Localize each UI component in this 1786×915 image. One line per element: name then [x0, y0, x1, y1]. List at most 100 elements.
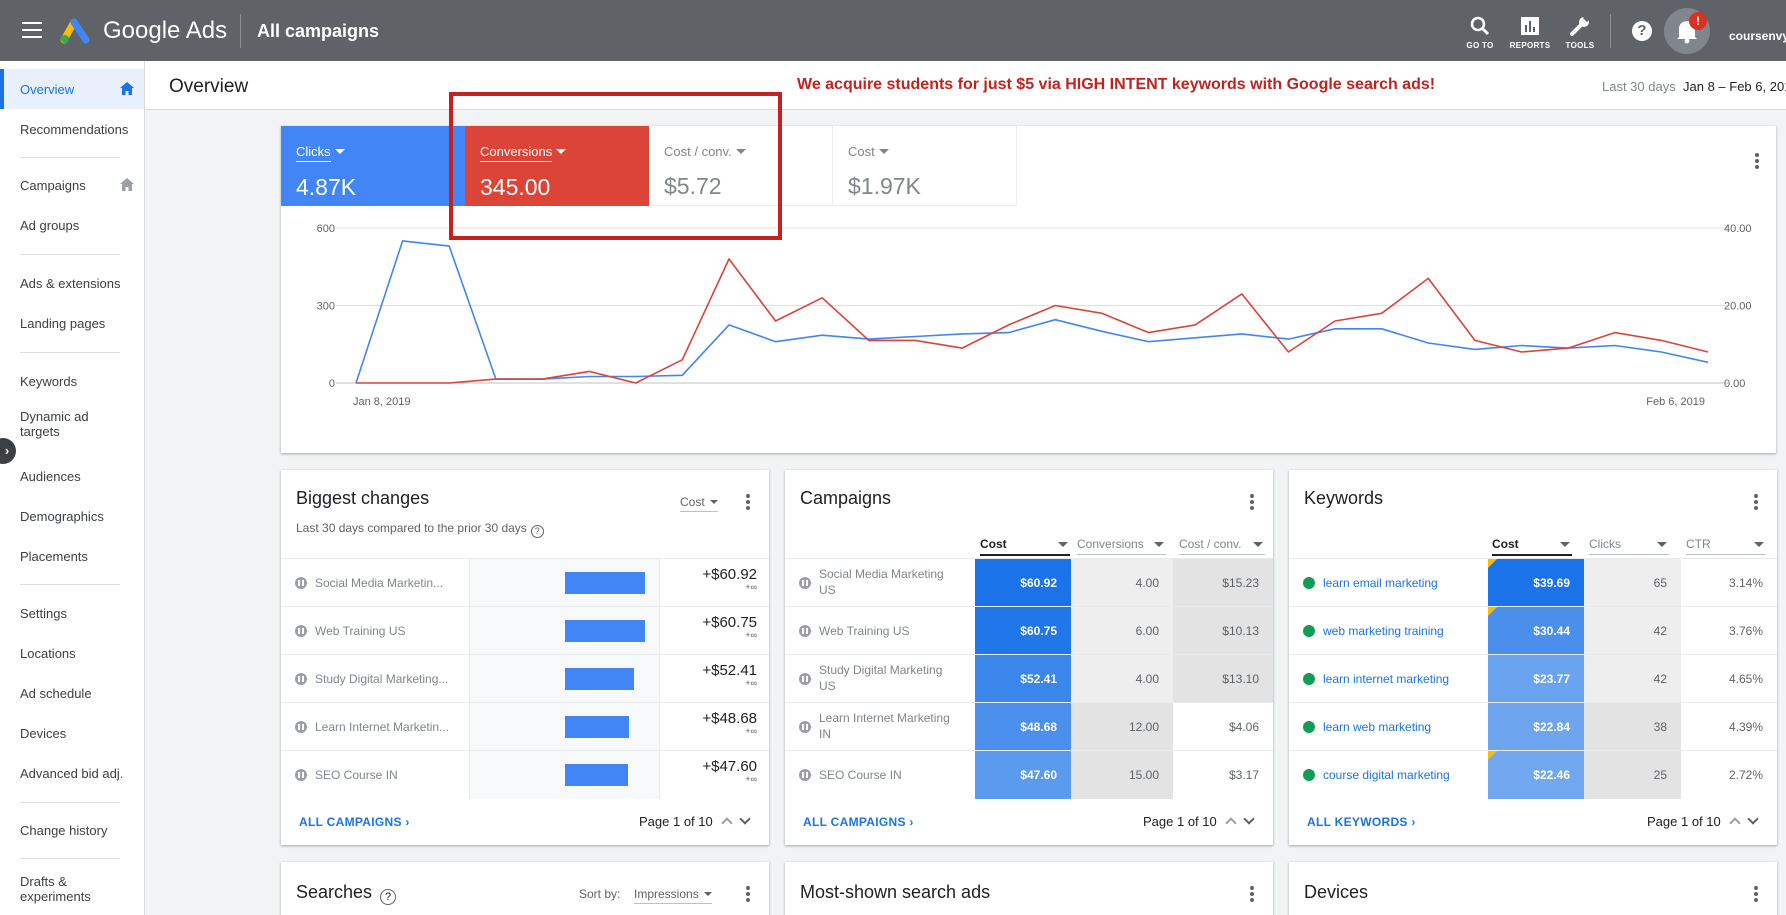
keyword-text[interactable]: learn web marketing	[1323, 719, 1431, 735]
sidebar-item-ad-groups[interactable]: Ad groups	[0, 205, 144, 245]
help-icon[interactable]: ?	[380, 889, 397, 905]
sidebar-item-ads-extensions[interactable]: Ads & extensions	[0, 263, 144, 303]
list-item[interactable]: Learn Internet Marketin... +$48.68 +∞	[281, 702, 769, 751]
reports-button[interactable]: REPORTS	[1505, 14, 1555, 50]
column-header-cost[interactable]: Cost	[1492, 537, 1572, 556]
column-header-conversions[interactable]: Conversions	[1077, 537, 1166, 555]
table-row[interactable]: learn internet marketing $23.77 42 4.65%	[1289, 654, 1777, 703]
sidebar-item-demographics[interactable]: Demographics	[0, 496, 144, 536]
sidebar-item-overview[interactable]: Overview	[0, 69, 144, 109]
cost-cell: $22.84	[1488, 703, 1584, 751]
divider	[20, 584, 120, 585]
list-item[interactable]: Study Digital Marketing... +$52.41 +∞	[281, 654, 769, 703]
sidebar-item-change-history[interactable]: Change history	[0, 810, 144, 850]
column-label: Cost	[980, 537, 1007, 551]
table-row[interactable]: Web Training US $60.75 6.00 $10.13	[785, 606, 1273, 655]
campaign-name[interactable]: Web Training US	[315, 623, 406, 639]
list-item[interactable]: Social Media Marketin... +$60.92 +∞	[281, 558, 769, 607]
home-icon	[120, 82, 134, 95]
ctr-cell: 4.39%	[1728, 720, 1763, 734]
list-item[interactable]: SEO Course IN +$47.60 +∞	[281, 750, 769, 799]
more-options-icon[interactable]	[1250, 886, 1254, 904]
sidebar-item-locations[interactable]: Locations	[0, 633, 144, 673]
campaign-name[interactable]: Study Digital Marketing...	[315, 671, 448, 687]
caret-down-icon	[1154, 542, 1164, 547]
chevron-up-icon[interactable]	[1225, 817, 1237, 829]
column-header-ctr[interactable]: CTR	[1686, 537, 1766, 555]
sidebar-item-landing-pages[interactable]: Landing pages	[0, 303, 144, 343]
campaign-name[interactable]: Learn Internet Marketin...	[315, 719, 449, 735]
more-options-icon[interactable]	[746, 494, 750, 512]
all-keywords-link[interactable]: ALL KEYWORDS ›	[1307, 815, 1416, 829]
sidebar-item-recommendations[interactable]: Recommendations	[0, 109, 144, 149]
sidebar-item-devices[interactable]: Devices	[0, 713, 144, 753]
goto-button[interactable]: GO TO	[1455, 14, 1505, 50]
sidebar-item-label: Landing pages	[20, 315, 106, 331]
help-icon[interactable]: ?	[1632, 21, 1652, 41]
column-header-cost-per-conv[interactable]: Cost / conv.	[1179, 537, 1265, 555]
sidebar-item-campaigns[interactable]: Campaigns	[0, 165, 144, 205]
tools-button[interactable]: TOOLS	[1555, 14, 1605, 50]
table-row[interactable]: Learn Internet Marketing IN $48.68 12.00 $4…	[785, 702, 1273, 751]
metric-clicks[interactable]: Clicks 4.87K	[281, 126, 465, 206]
sidebar-item-label: Campaigns	[20, 177, 86, 193]
all-campaigns-link[interactable]: ALL CAMPAIGNS ›	[803, 815, 914, 829]
change-bar	[565, 716, 629, 738]
enabled-status-icon	[1303, 721, 1315, 733]
table-row[interactable]: learn web marketing $22.84 38 4.39%	[1289, 702, 1777, 751]
metric-cost[interactable]: Cost $1.97K	[833, 126, 1017, 206]
table-row[interactable]: course digital marketing $22.46 25 2.72%	[1289, 750, 1777, 799]
campaign-name[interactable]: Social Media Marketing US	[819, 566, 954, 598]
metric-label: Clicks	[296, 144, 331, 162]
table-row[interactable]: SEO Course IN $47.60 15.00 $3.17	[785, 750, 1273, 799]
sidebar-item-audiences[interactable]: Audiences	[0, 456, 144, 496]
chevron-down-icon[interactable]	[1243, 813, 1255, 825]
more-options-icon[interactable]	[1250, 494, 1254, 512]
more-options-icon[interactable]	[1754, 494, 1758, 512]
cost-cell: $52.41	[975, 655, 1071, 703]
list-item[interactable]: Web Training US +$60.75 +∞	[281, 606, 769, 655]
sidebar-item-advanced-bid-adj[interactable]: Advanced bid adj.	[0, 753, 144, 793]
google-ads-logo-icon[interactable]	[60, 16, 92, 44]
sidebar-item-ad-schedule[interactable]: Ad schedule	[0, 673, 144, 713]
sidebar-item-label: Keywords	[20, 373, 78, 389]
keyword-text[interactable]: learn internet marketing	[1323, 671, 1449, 687]
sidebar-item-placements[interactable]: Placements	[0, 536, 144, 576]
sidebar-item-keywords[interactable]: Keywords	[0, 361, 144, 401]
campaign-name[interactable]: Study Digital Marketing US	[819, 662, 954, 694]
account-name[interactable]: coursenvy	[1729, 29, 1786, 43]
all-campaigns-link[interactable]: ALL CAMPAIGNS ›	[299, 815, 410, 829]
keyword-text[interactable]: learn email marketing	[1323, 575, 1438, 591]
sidebar-item-drafts-experiments[interactable]: Drafts & experiments	[0, 869, 144, 909]
more-options-icon[interactable]	[1754, 886, 1758, 904]
keyword-text[interactable]: course digital marketing	[1323, 767, 1450, 783]
sidebar-item-settings[interactable]: Settings	[0, 593, 144, 633]
help-icon[interactable]: ?	[530, 525, 544, 538]
chevron-down-icon[interactable]	[739, 813, 751, 825]
more-options-icon[interactable]	[1755, 153, 1759, 171]
most-shown-ads-card: Most-shown search ads	[785, 862, 1273, 915]
chevron-up-icon[interactable]	[721, 817, 733, 829]
table-row[interactable]: Social Media Marketing US $60.92 4.00 $15.2…	[785, 558, 1273, 607]
campaign-name[interactable]: SEO Course IN	[315, 767, 398, 783]
chevron-down-icon[interactable]	[1747, 813, 1759, 825]
campaign-name[interactable]: SEO Course IN	[819, 767, 954, 783]
sidebar-item-dynamic-ad-targets[interactable]: Dynamic ad targets	[0, 404, 144, 444]
metric-select[interactable]: Cost	[680, 495, 718, 512]
change-value: +$47.60 +∞	[702, 758, 757, 784]
table-row[interactable]: learn email marketing $39.69 65 3.14%	[1289, 558, 1777, 607]
campaign-name[interactable]: Social Media Marketin...	[315, 575, 443, 591]
subtitle-text: Last 30 days compared to the prior 30 da…	[296, 521, 527, 535]
column-header-cost[interactable]: Cost	[980, 537, 1070, 556]
keyword-text[interactable]: web marketing training	[1323, 623, 1444, 639]
column-header-clicks[interactable]: Clicks	[1589, 537, 1669, 555]
table-row[interactable]: Study Digital Marketing US $52.41 4.00 $13.…	[785, 654, 1273, 703]
campaign-name[interactable]: Learn Internet Marketing IN	[819, 710, 954, 742]
table-row[interactable]: web marketing training $30.44 42 3.76%	[1289, 606, 1777, 655]
date-range-picker[interactable]: Jan 8 – Feb 6, 2019	[1683, 79, 1786, 94]
sort-select[interactable]: Impressions	[634, 887, 712, 904]
campaign-name[interactable]: Web Training US	[819, 623, 954, 639]
more-options-icon[interactable]	[746, 886, 750, 904]
chevron-up-icon[interactable]	[1729, 817, 1741, 829]
menu-icon[interactable]	[22, 22, 42, 38]
